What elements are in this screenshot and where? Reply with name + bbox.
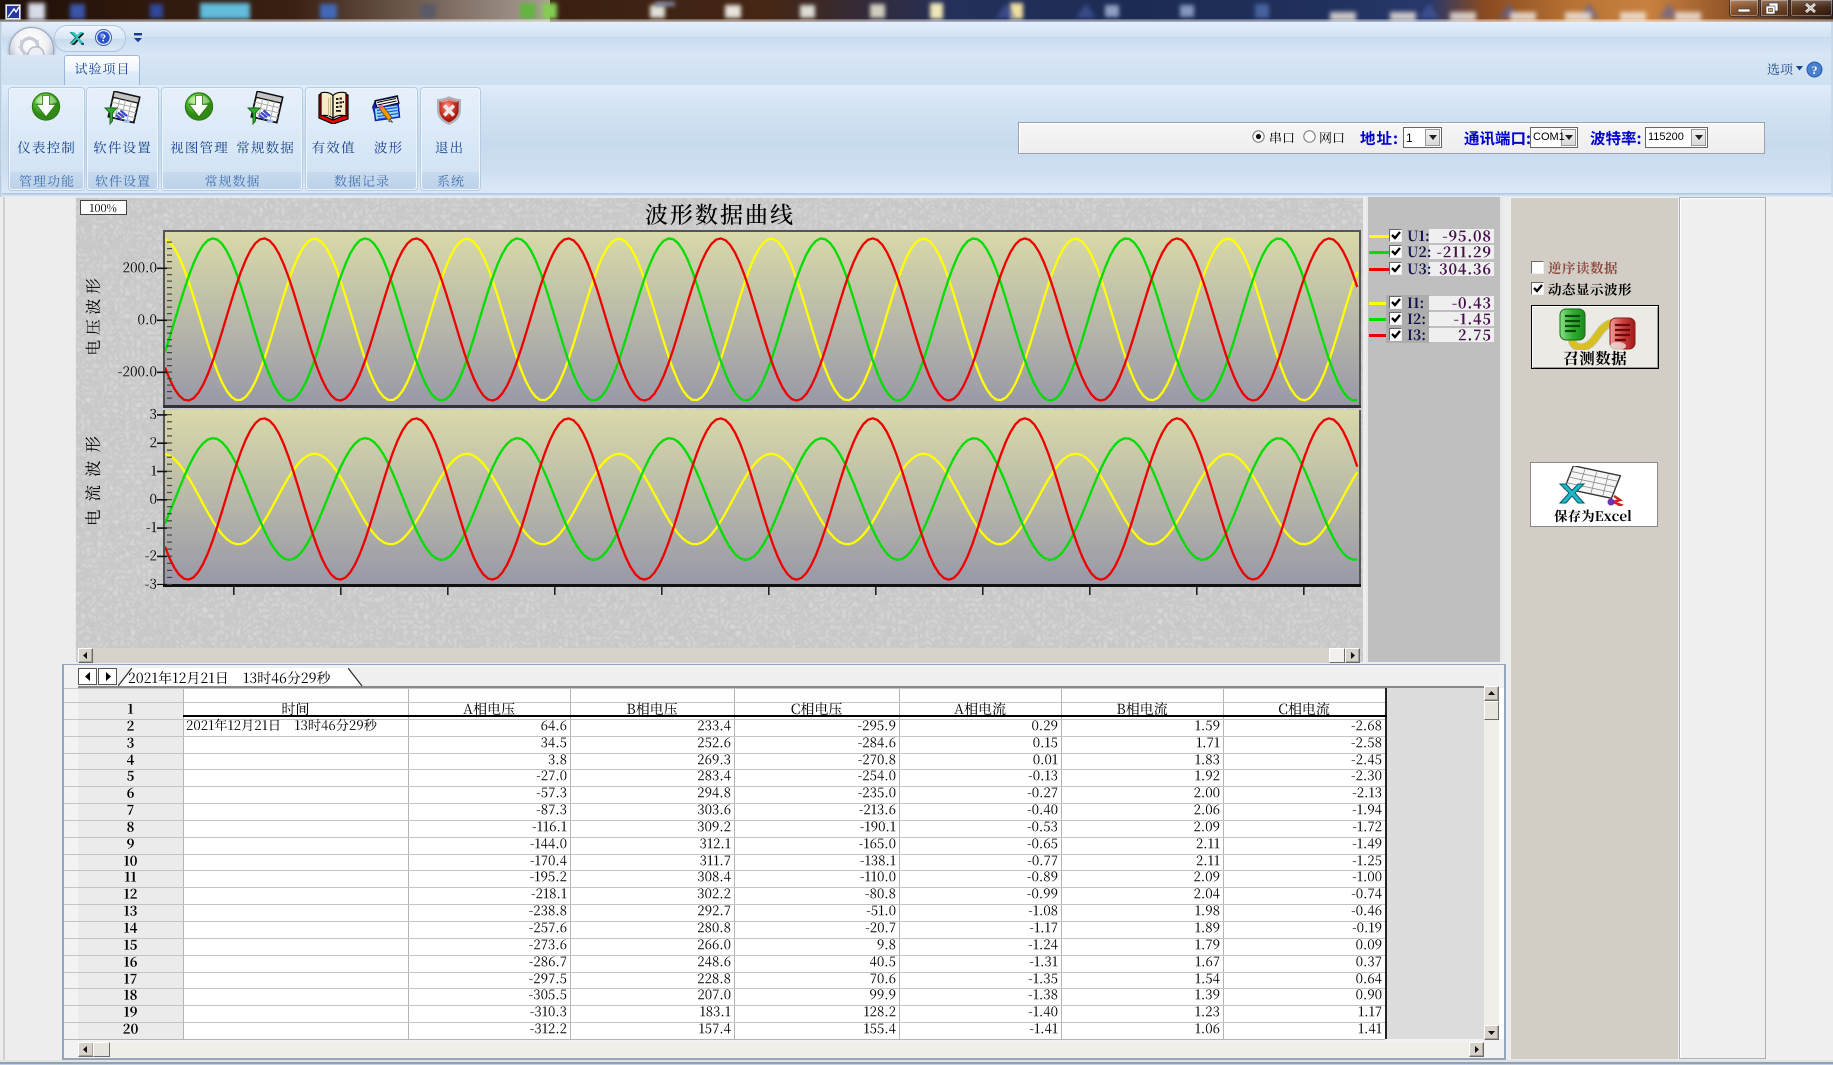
svg-text:?: ?	[1812, 63, 1818, 77]
svg-text:?: ?	[101, 33, 106, 44]
